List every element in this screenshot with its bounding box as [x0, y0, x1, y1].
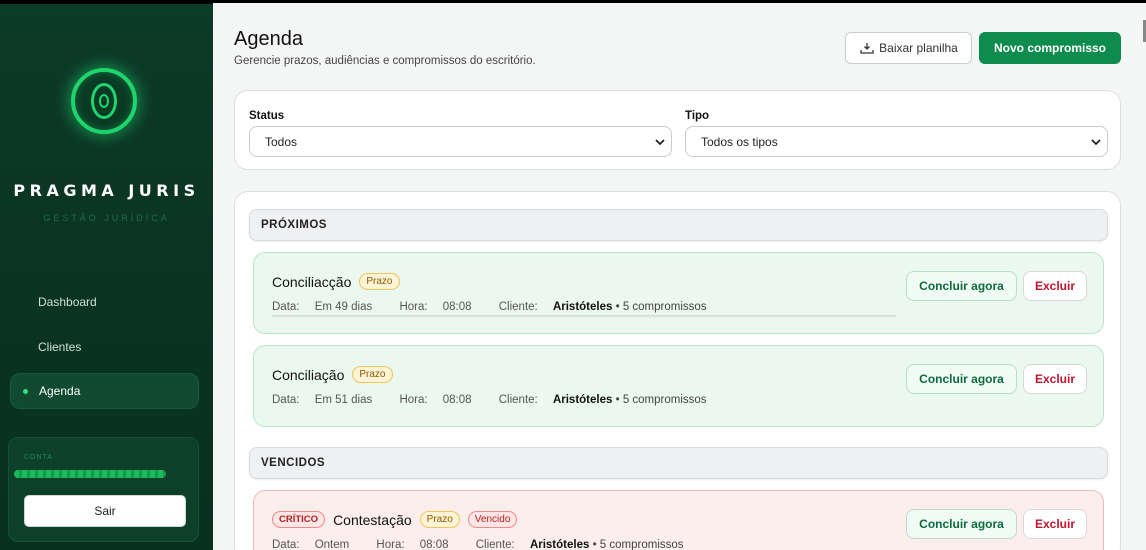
type-select[interactable]: Todos os tipos	[685, 126, 1108, 157]
top-border	[213, 0, 1146, 3]
section-header-upcoming: PRÓXIMOS	[249, 209, 1108, 241]
filters-panel: Status Todos Tipo Todos os tipos	[234, 90, 1121, 170]
appointment-date: Ontem	[314, 539, 350, 550]
overdue-badge: Vencido	[467, 511, 518, 528]
sidebar-item-label: Agenda	[39, 384, 81, 398]
status-select[interactable]: Todos	[249, 126, 672, 157]
appointment-meta: Data: Em 51 dias Hora: 08:08 Cliente: Ar…	[272, 394, 719, 406]
card-title-row: CRÍTICO Contestação Prazo Vencido	[272, 511, 518, 528]
sidebar-item-agenda[interactable]: Agenda	[10, 373, 199, 409]
appointment-title: Contestação	[333, 511, 412, 528]
appointment-meta: Data: Ontem Hora: 08:08 Cliente: Aristót…	[272, 539, 696, 550]
type-badge: Prazo	[352, 366, 393, 383]
agenda-list: PRÓXIMOS Conciliacção Prazo Data: Em 49 …	[234, 191, 1121, 550]
card-title-row: Conciliação Prazo	[272, 366, 393, 383]
complete-now-button[interactable]: Concluir agora	[906, 364, 1017, 394]
client-name: Aristóteles	[552, 301, 613, 313]
row-shadow	[272, 315, 896, 318]
client-label: Cliente:	[498, 394, 538, 406]
appointment-card: Conciliação Prazo Data: Em 51 dias Hora:…	[253, 345, 1104, 427]
chevron-down-icon	[655, 139, 665, 146]
appointment-meta: Data: Em 49 dias Hora: 08:08 Cliente: Ar…	[272, 301, 719, 313]
account-label: CONTA	[24, 454, 53, 461]
page-title: Agenda	[234, 28, 303, 50]
date-label: Data:	[272, 539, 300, 550]
date-label: Data:	[272, 394, 300, 406]
sidebar-item-dashboard[interactable]: Dashboard	[10, 284, 199, 320]
page-subtitle: Gerencie prazos, audiências e compromiss…	[234, 55, 536, 67]
client-label: Cliente:	[475, 539, 515, 550]
appointment-time: 08:08	[442, 301, 472, 313]
appointment-date: Em 49 dias	[314, 301, 373, 313]
status-select-value: Todos	[265, 134, 298, 149]
time-label: Hora:	[399, 394, 428, 406]
new-appointment-button[interactable]: Novo compromisso	[979, 32, 1121, 64]
brand-name: PRAGMA JURIS	[13, 181, 200, 200]
type-badge: Prazo	[419, 511, 460, 528]
download-icon	[860, 43, 874, 54]
sidebar-item-label: Dashboard	[38, 295, 97, 309]
client-name: Aristóteles	[529, 539, 590, 550]
complete-now-button[interactable]: Concluir agora	[906, 271, 1017, 301]
appointment-time: 08:08	[419, 539, 449, 550]
appointment-count: • 5 compromissos	[615, 301, 707, 313]
appointment-date: Em 51 dias	[314, 394, 373, 406]
delete-button[interactable]: Excluir	[1023, 509, 1087, 539]
critical-badge: CRÍTICO	[272, 511, 326, 528]
delete-button[interactable]: Excluir	[1023, 271, 1087, 301]
account-panel: CONTA Sair	[8, 437, 199, 542]
logo-icon	[71, 68, 137, 134]
appointment-count: • 5 compromissos	[615, 394, 707, 406]
client-name: Aristóteles	[552, 394, 613, 406]
client-label: Cliente:	[498, 301, 538, 313]
type-select-value: Todos os tipos	[701, 134, 778, 149]
type-badge: Prazo	[359, 273, 400, 290]
sidebar-item-clientes[interactable]: Clientes	[10, 329, 199, 365]
appointment-time: 08:08	[442, 394, 472, 406]
download-spreadsheet-button[interactable]: Baixar planilha	[845, 32, 972, 64]
time-label: Hora:	[399, 301, 428, 313]
appointment-count: • 5 compromissos	[592, 539, 684, 550]
appointment-card: Conciliacção Prazo Data: Em 49 dias Hora…	[253, 252, 1104, 334]
brand-tagline: GESTÃO JURÍDICA	[43, 213, 170, 223]
time-label: Hora:	[376, 539, 405, 550]
section-header-overdue: VENCIDOS	[249, 447, 1108, 479]
download-label: Baixar planilha	[879, 41, 958, 55]
sidebar: PRAGMA JURIS GESTÃO JURÍDICA Dashboard C…	[0, 0, 213, 550]
appointment-title: Conciliação	[272, 366, 345, 383]
card-title-row: Conciliacção Prazo	[272, 273, 400, 290]
sidebar-item-label: Clientes	[38, 340, 82, 354]
type-filter-label: Tipo	[685, 110, 710, 122]
logout-button[interactable]: Sair	[24, 495, 186, 527]
active-dot-icon	[23, 388, 28, 394]
status-filter-label: Status	[249, 110, 285, 122]
account-username-redacted	[14, 470, 166, 478]
appointment-card-overdue: CRÍTICO Contestação Prazo Vencido Data: …	[253, 490, 1104, 550]
complete-now-button[interactable]: Concluir agora	[906, 509, 1017, 539]
appointment-title: Conciliacção	[272, 273, 352, 290]
date-label: Data:	[272, 301, 300, 313]
chevron-down-icon	[1091, 139, 1101, 146]
delete-button[interactable]: Excluir	[1023, 364, 1087, 394]
